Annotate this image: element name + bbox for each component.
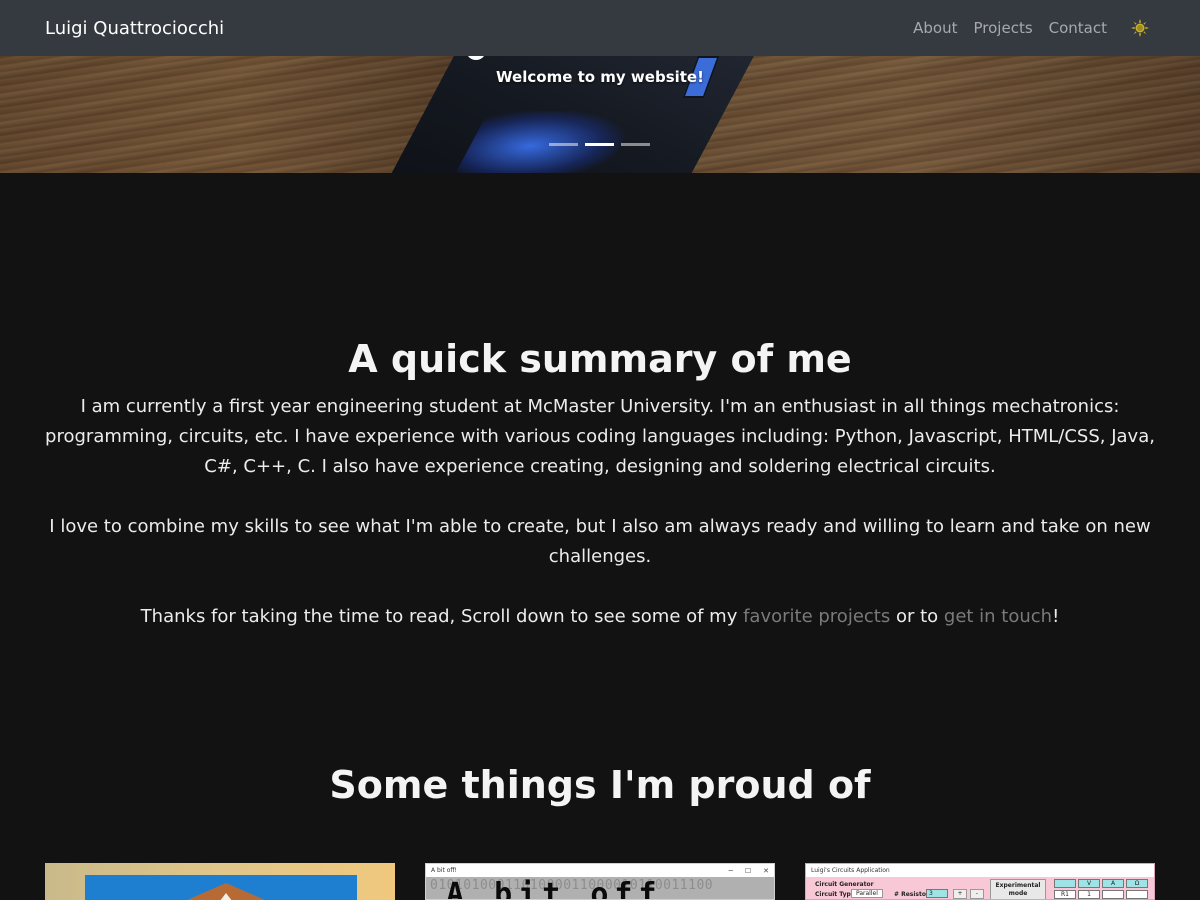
- hero-carousel: Welcome to my website!: [0, 56, 1200, 173]
- minus-button: -: [970, 889, 984, 899]
- project-card-2-window-title: A bit off!: [431, 867, 457, 874]
- theme-toggle-button[interactable]: [1125, 19, 1155, 37]
- table-header-cell: A: [1102, 879, 1124, 888]
- table-header-cell: [1054, 879, 1076, 888]
- pixel-title: A bit off: [446, 877, 663, 900]
- project-card-2-screenshot: 0101010001101000011000010110011100 A bit…: [426, 877, 774, 900]
- window-controls: ─ ☐ ✕: [729, 867, 769, 875]
- values-table: V A Ω R1 1: [1054, 879, 1148, 899]
- project-card-3-screenshot: Circuit Generator Circuit Type: Parallel…: [806, 877, 1154, 899]
- summary-title: A quick summary of me: [348, 337, 852, 381]
- summary-body: I am currently a first year engineering …: [40, 392, 1160, 662]
- nav-link-projects[interactable]: Projects: [974, 19, 1033, 37]
- table-header-cell: Ω: [1126, 879, 1148, 888]
- table-cell: R1: [1054, 890, 1076, 899]
- sun-icon: [1131, 19, 1149, 37]
- experimental-mode-button: Experimental mode: [990, 879, 1046, 899]
- projects-title: Some things I'm proud of: [329, 763, 871, 807]
- plus-button: +: [953, 889, 967, 899]
- nav-link-about[interactable]: About: [913, 19, 957, 37]
- brand-link[interactable]: Luigi Quattrociocchi: [45, 18, 224, 39]
- circuit-type-value: Parallel: [851, 889, 883, 898]
- summary-paragraph-2: I love to combine my skills to see what …: [49, 516, 1151, 567]
- get-in-touch-link[interactable]: get in touch: [944, 606, 1052, 627]
- project-card-1[interactable]: [45, 863, 395, 900]
- carousel-indicator-3[interactable]: [621, 143, 650, 146]
- summary-paragraph-3-prefix: Thanks for taking the time to read, Scro…: [140, 606, 744, 627]
- nav-links: About Projects Contact: [913, 19, 1155, 37]
- summary-paragraph-3-middle: or to: [890, 606, 944, 627]
- table-header-cell: V: [1078, 879, 1100, 888]
- carousel-caption: Welcome to my website!: [496, 68, 704, 86]
- resistors-value: 3: [926, 889, 948, 898]
- project-card-3-window-title: Luigi's Circuits Application: [811, 867, 890, 874]
- carousel-indicator-2[interactable]: [585, 143, 614, 146]
- project-card-3[interactable]: Luigi's Circuits Application Circuit Gen…: [805, 863, 1155, 900]
- maximize-icon: ☐: [744, 866, 752, 875]
- summary-paragraph-1: I am currently a first year engineering …: [45, 396, 1155, 477]
- favorite-projects-link[interactable]: favorite projects: [743, 606, 890, 627]
- project-card-3-titlebar: Luigi's Circuits Application: [806, 864, 1154, 877]
- minimize-icon: ─: [728, 866, 733, 875]
- project-card-2-titlebar: A bit off! ─ ☐ ✕: [426, 864, 774, 877]
- project-card-2[interactable]: A bit off! ─ ☐ ✕ 01010100011010000110000…: [425, 863, 775, 900]
- carousel-indicators: [549, 143, 650, 146]
- close-icon: ✕: [763, 866, 769, 875]
- summary-paragraph-3-suffix: !: [1052, 606, 1060, 627]
- table-cell: 1: [1078, 890, 1100, 899]
- nav-link-contact[interactable]: Contact: [1049, 19, 1107, 37]
- circuit-generator-label: Circuit Generator: [815, 881, 874, 888]
- table-cell: [1102, 890, 1124, 899]
- table-cell: [1126, 890, 1148, 899]
- navbar: Luigi Quattrociocchi About Projects Cont…: [0, 0, 1200, 56]
- carousel-indicator-1[interactable]: [549, 143, 578, 146]
- summary-paragraph-3: Thanks for taking the time to read, Scro…: [40, 602, 1160, 632]
